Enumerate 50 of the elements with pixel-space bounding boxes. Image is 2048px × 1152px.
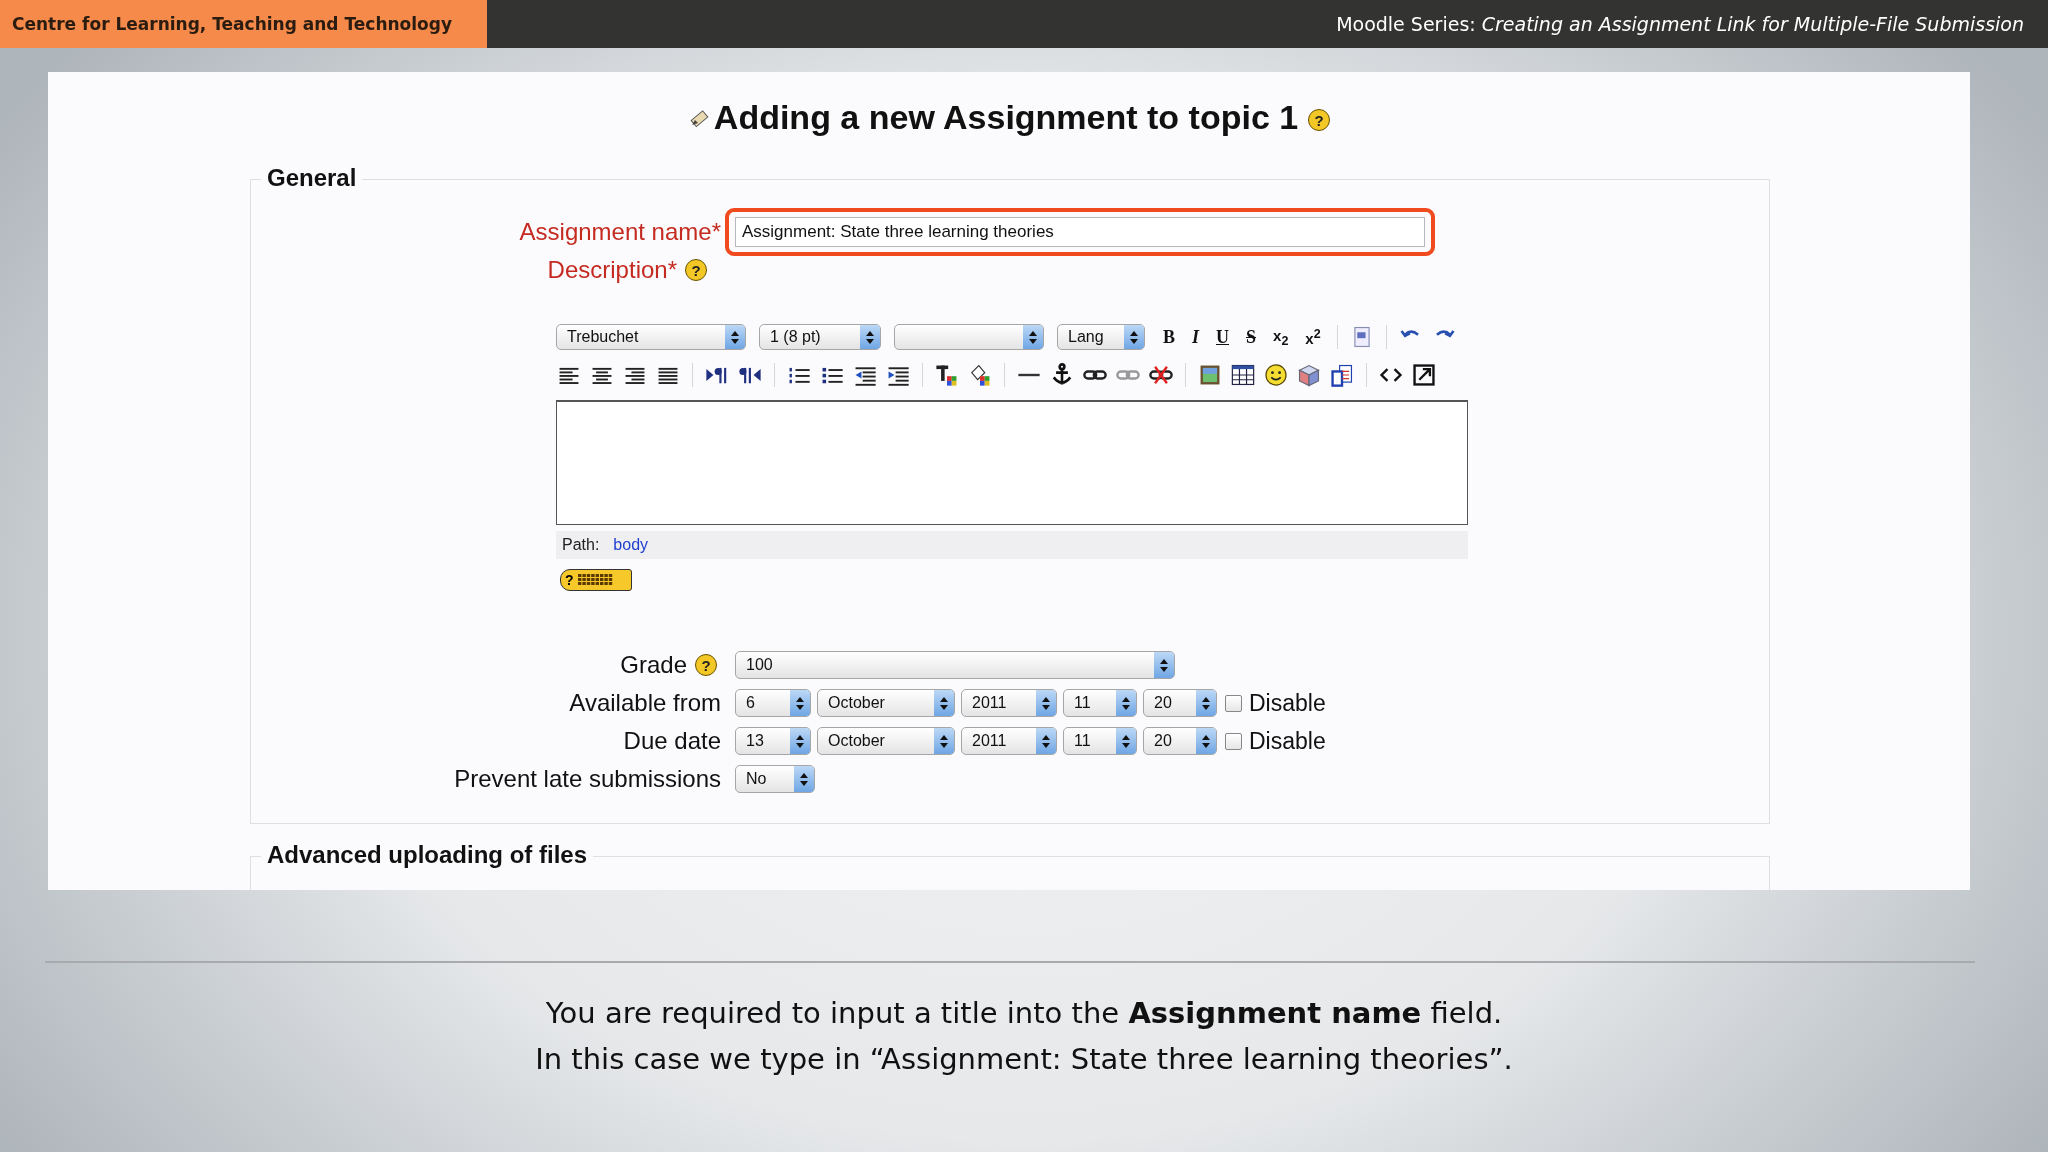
format-button[interactable]: x$^{2}$ [1300,327,1326,347]
year-select[interactable]: 2011 [961,727,1057,755]
checkbox[interactable] [1225,694,1242,712]
month-select[interactable]: October [817,689,955,717]
grade-select[interactable]: 100 [735,651,1175,679]
table-icon[interactable] [1230,362,1256,388]
path-label: Path: [562,536,600,554]
keyboard-icon [576,574,613,586]
field-label: Due date [623,727,721,755]
page-title: Adding a new Assignment to topic 1 [713,97,1299,137]
checkbox[interactable] [1225,732,1242,750]
hour-select[interactable]: 11 [1063,689,1137,717]
paste-icon[interactable] [1329,362,1355,388]
keyboard-help-button[interactable]: ? [560,569,632,591]
organization-label: Centre for Learning, Teaching and Technology [0,0,487,48]
format-button[interactable]: B [1158,326,1180,348]
format-button[interactable]: U [1211,326,1235,348]
field-label: Available from [569,689,721,717]
toolbar-select[interactable]: Lang [1057,324,1145,350]
field-label: Description* [547,256,677,284]
text-editor-area[interactable] [556,400,1468,525]
late-select[interactable]: No [735,765,815,793]
hour-select[interactable]: 11 [1063,727,1137,755]
field-label: Prevent late submissions [454,765,721,793]
path-link[interactable]: body [613,536,649,554]
format-button[interactable]: I [1187,326,1205,348]
minute-select[interactable]: 20 [1143,689,1217,717]
series-title: Moodle Series: Creating an Assignment Link for Multiple-File Submission [1336,13,2025,35]
checkbox-label: Disable [1249,727,1326,755]
checkbox-label: Disable [1249,689,1326,717]
fullscreen-icon[interactable] [1411,362,1437,388]
day-select[interactable]: 6 [735,689,811,717]
minute-select[interactable]: 20 [1143,727,1217,755]
smiley-icon[interactable] [1263,362,1289,388]
toolbar-select[interactable]: 1 (8 pt) [759,324,881,350]
month-select[interactable]: October [817,727,955,755]
help-icon[interactable]: ? [695,654,717,676]
cube-icon[interactable] [1296,362,1322,388]
format-button[interactable]: x$_{2}$ [1268,326,1294,348]
help-icon[interactable]: ? [1308,109,1331,131]
assignment-name-input[interactable]: Assignment: State three learning theories [735,217,1425,247]
help-icon[interactable]: ? [685,259,707,281]
toolbar-select[interactable]: Trebuchet [556,324,746,350]
caption-text: In this case we type in “Assignment: State three learning theories”. [534,1042,1514,1076]
year-select[interactable]: 2011 [961,689,1057,717]
day-select[interactable]: 13 [735,727,811,755]
field-label: Assignment name* [519,218,721,246]
caption-text: You are required to input a title into the Assignment name field. [544,996,1504,1030]
field-label: Grade [620,651,687,679]
format-button[interactable]: S [1241,326,1262,348]
